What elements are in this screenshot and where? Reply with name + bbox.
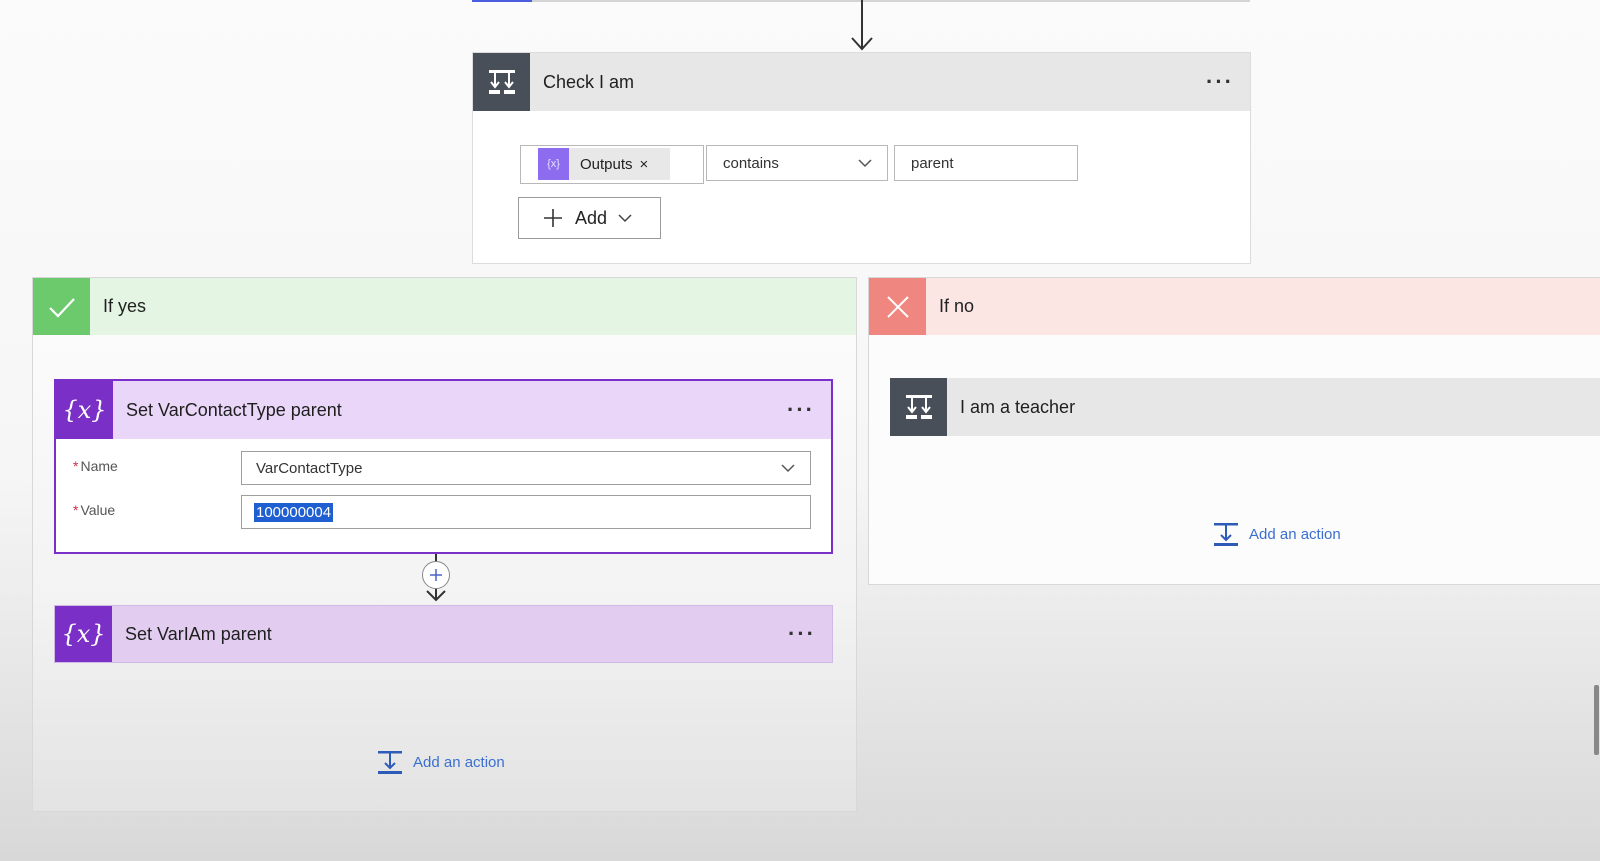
close-icon — [869, 278, 926, 335]
add-an-action-button[interactable]: Add an action — [376, 748, 505, 776]
condition-title: Check I am — [543, 71, 635, 92]
i-am-a-teacher-card[interactable]: I am a teacher — [890, 378, 1600, 436]
previous-card-accent — [472, 0, 532, 2]
condition-card: Check I am ··· {x} Outputs × contains pa… — [472, 52, 1251, 264]
condition-icon — [890, 378, 947, 436]
add-action-icon — [378, 751, 402, 774]
plus-circle-icon[interactable] — [422, 561, 450, 589]
add-an-action-label: Add an action — [413, 753, 505, 771]
if-yes-header[interactable]: If yes — [33, 278, 856, 335]
condition-icon — [473, 53, 530, 111]
set-var-iam-card[interactable]: {x} Set VarIAm parent ··· — [54, 605, 833, 663]
if-yes-label: If yes — [103, 296, 147, 316]
operator-value: contains — [723, 154, 779, 172]
vertical-scrollbar[interactable] — [1594, 685, 1599, 755]
action-title: I am a teacher — [960, 396, 1076, 417]
value-field-label: * Value — [73, 502, 116, 518]
chevron-down-icon — [781, 464, 795, 473]
name-value: VarContactType — [256, 459, 363, 477]
condition-header[interactable]: Check I am ··· — [473, 53, 1250, 111]
action-menu-button[interactable]: ··· — [787, 399, 815, 421]
variable-icon: {x} — [56, 381, 113, 439]
token-label: Outputs — [580, 155, 633, 173]
chevron-down-icon — [858, 159, 872, 168]
if-yes-branch: If yes {x} Set VarContactType parent ···… — [32, 277, 857, 812]
required-marker: * — [73, 458, 79, 474]
add-an-action-button[interactable]: Add an action — [1212, 520, 1341, 548]
condition-value: parent — [911, 154, 954, 172]
variable-token-icon: {x} — [538, 148, 569, 180]
set-var-contact-type-card[interactable]: {x} Set VarContactType parent ··· * Name … — [54, 379, 833, 554]
add-action-icon — [1214, 523, 1238, 546]
outputs-token[interactable]: {x} Outputs × — [538, 148, 670, 180]
check-icon — [33, 278, 90, 335]
condition-left-operand[interactable]: {x} Outputs × — [520, 145, 704, 184]
plus-icon — [544, 209, 562, 227]
chevron-down-icon — [618, 214, 632, 223]
flow-arrow-icon — [851, 0, 873, 51]
action-header[interactable]: {x} Set VarContactType parent ··· — [56, 381, 831, 439]
condition-menu-button[interactable]: ··· — [1206, 71, 1234, 93]
required-marker: * — [73, 502, 79, 518]
add-label: Add — [575, 207, 608, 228]
action-title: Set VarContactType parent — [126, 399, 342, 420]
value-text-selected: 100000004 — [254, 502, 334, 522]
value-input[interactable]: 100000004 — [241, 495, 811, 529]
variable-icon: {x} — [55, 606, 112, 662]
action-menu-button[interactable]: ··· — [788, 623, 816, 645]
token-remove-icon[interactable]: × — [640, 156, 649, 173]
condition-value-input[interactable]: parent — [894, 145, 1078, 181]
name-field-label: * Name — [73, 458, 118, 474]
if-no-branch: If no I am a teacher Add an action — [868, 277, 1600, 585]
if-no-label: If no — [939, 296, 975, 316]
action-title: Set VarIAm parent — [125, 623, 272, 644]
name-dropdown[interactable]: VarContactType — [241, 451, 811, 485]
operator-dropdown[interactable]: contains — [706, 145, 888, 181]
if-no-header[interactable]: If no — [869, 278, 1600, 335]
add-an-action-label: Add an action — [1249, 525, 1341, 543]
add-row-button[interactable]: Add — [518, 197, 661, 239]
